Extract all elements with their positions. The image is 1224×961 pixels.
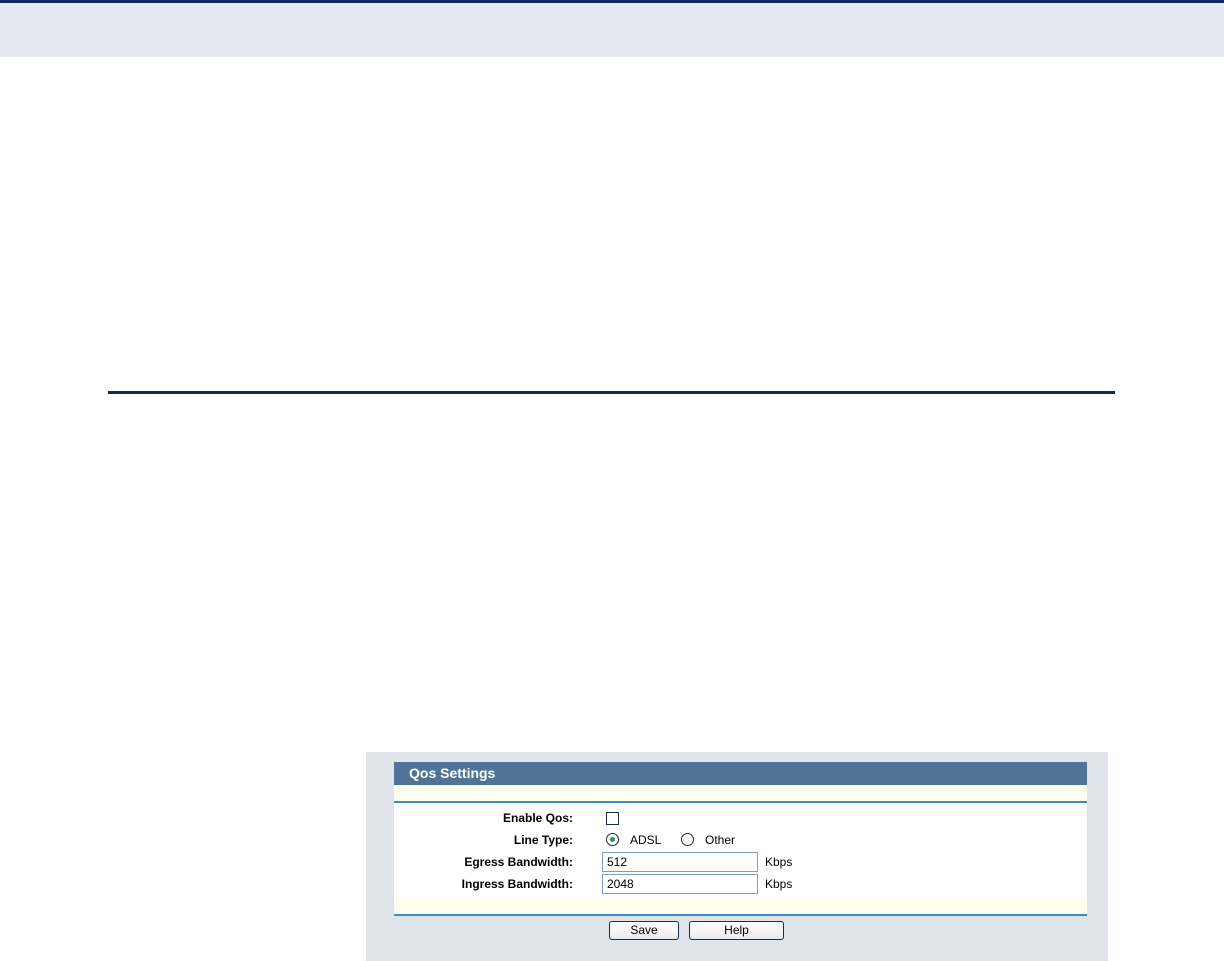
line-type-other-label[interactable]: Other: [705, 833, 735, 847]
qos-settings-form: Qos Settings Enable Qos: Line Type: ADSL…: [394, 762, 1087, 942]
form-rows: Enable Qos: Line Type: ADSL Other Egress…: [394, 803, 1087, 897]
form-bottom-spacer: [394, 897, 1087, 916]
egress-bandwidth-row: Egress Bandwidth: Kbps: [394, 851, 1087, 873]
help-button[interactable]: Help: [689, 921, 784, 940]
ingress-unit: Kbps: [765, 877, 793, 891]
section-divider: [108, 391, 1115, 394]
line-type-label: Line Type:: [513, 833, 573, 847]
top-header-band: [0, 0, 1224, 57]
qos-title: Qos Settings: [394, 762, 1087, 785]
ingress-bandwidth-input[interactable]: [602, 874, 758, 894]
line-type-row: Line Type: ADSL Other: [394, 829, 1087, 851]
save-button[interactable]: Save: [609, 921, 679, 940]
ingress-bandwidth-label: Ingress Bandwidth:: [461, 877, 573, 891]
qos-settings-panel: Qos Settings Enable Qos: Line Type: ADSL…: [366, 752, 1108, 961]
line-type-adsl-label[interactable]: ADSL: [630, 833, 661, 847]
egress-bandwidth-input[interactable]: [602, 852, 758, 872]
egress-unit: Kbps: [765, 855, 793, 869]
line-type-adsl-radio[interactable]: [606, 833, 619, 846]
ingress-bandwidth-row: Ingress Bandwidth: Kbps: [394, 873, 1087, 895]
form-top-spacer: [394, 785, 1087, 803]
egress-bandwidth-label: Egress Bandwidth:: [464, 855, 573, 869]
enable-qos-checkbox[interactable]: [606, 812, 619, 825]
enable-qos-row: Enable Qos:: [394, 807, 1087, 829]
button-row: Save Help: [394, 916, 1087, 942]
enable-qos-label: Enable Qos:: [502, 811, 573, 825]
radio-selected-dot: [610, 837, 615, 842]
line-type-other-radio[interactable]: [681, 833, 694, 846]
